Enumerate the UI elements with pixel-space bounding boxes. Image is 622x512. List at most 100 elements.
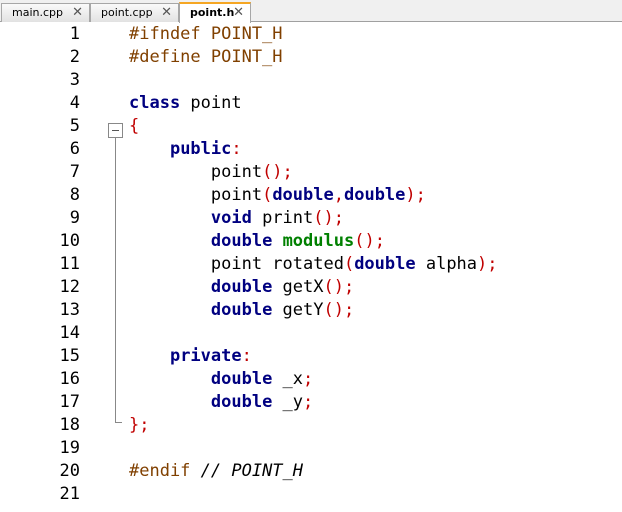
line-number: 19 — [59, 438, 80, 458]
code-line[interactable]: 4 class point — [0, 92, 622, 115]
close-icon[interactable]: ✕ — [72, 5, 83, 20]
code-token: void — [210, 208, 252, 228]
code-token: #define POINT_H — [129, 47, 283, 67]
code-text: }; — [129, 414, 149, 437]
line-number: 3 — [69, 70, 80, 90]
line-number: 8 — [69, 185, 80, 205]
close-icon[interactable]: ✕ — [233, 5, 244, 20]
code-token: ); — [477, 254, 498, 274]
code-editor[interactable]: 1 #ifndef POINT_H 2 #define POINT_H 3 4 class … — [0, 23, 622, 512]
code-token: _x — [272, 369, 304, 389]
code-line[interactable]: 11 point rotated(double alpha); — [0, 253, 622, 276]
code-line[interactable]: 5{ — [0, 115, 622, 138]
code-text: { — [129, 115, 139, 138]
tab-label: point.cpp — [101, 6, 153, 19]
code-token: public — [169, 139, 232, 159]
code-token: getX — [272, 277, 324, 297]
line-number: 16 — [59, 369, 80, 389]
line-number: 17 — [59, 392, 80, 412]
code-area[interactable]: 1 #ifndef POINT_H 2 #define POINT_H 3 4 class … — [0, 23, 622, 506]
line-number: 11 — [59, 254, 80, 274]
code-token: point — [129, 162, 263, 182]
code-token: ( — [262, 185, 273, 205]
code-token: getY — [272, 300, 324, 320]
code-line[interactable]: 16 double _x; — [0, 368, 622, 391]
code-token: double — [354, 254, 416, 274]
code-token: double — [272, 185, 334, 205]
code-token: (); — [323, 300, 355, 320]
code-text: #define POINT_H — [129, 46, 283, 69]
tab-point-cpp[interactable]: point.cpp ✕ — [90, 3, 179, 22]
code-line[interactable]: 17 double _y; — [0, 391, 622, 414]
code-line[interactable]: 12 double getX(); — [0, 276, 622, 299]
line-number: 4 — [69, 93, 80, 113]
code-line[interactable]: 2 #define POINT_H — [0, 46, 622, 69]
code-token: #endif — [129, 461, 201, 481]
code-token: (); — [323, 277, 355, 297]
code-text: #ifndef POINT_H — [129, 23, 283, 46]
code-text: point(double,double); — [129, 184, 426, 207]
code-line[interactable]: 18}; — [0, 414, 622, 437]
code-line[interactable]: 21 — [0, 483, 622, 506]
code-line[interactable]: 3 — [0, 69, 622, 92]
code-text: point(); — [129, 161, 293, 184]
code-line[interactable]: 8 point(double,double); — [0, 184, 622, 207]
code-line[interactable]: 1 #ifndef POINT_H — [0, 23, 622, 46]
code-token: double — [210, 392, 273, 412]
code-token: : — [231, 139, 242, 159]
code-token: double — [343, 185, 406, 205]
fold-guide-line — [115, 138, 116, 423]
code-token: }; — [129, 415, 150, 435]
code-token: double — [210, 231, 273, 251]
fold-end-marker — [115, 422, 122, 423]
code-token: point — [129, 185, 263, 205]
code-token: double — [210, 369, 273, 389]
code-token: (); — [313, 208, 344, 228]
code-token: modulus — [282, 231, 355, 251]
line-number: 21 — [59, 484, 80, 504]
code-text: double modulus(); — [129, 230, 385, 253]
code-line[interactable]: 10 double modulus(); — [0, 230, 622, 253]
code-token: double — [210, 277, 273, 297]
code-token: ( — [343, 254, 355, 274]
line-number: 12 — [59, 277, 80, 297]
code-token: _y — [272, 392, 304, 412]
code-line[interactable]: 13 double getY(); — [0, 299, 622, 322]
code-text: double getX(); — [129, 276, 354, 299]
code-token: class — [129, 93, 181, 113]
fold-collapse-icon[interactable] — [108, 123, 123, 138]
code-token: ; — [303, 369, 314, 389]
code-line[interactable]: 19 — [0, 437, 622, 460]
code-text: double _y; — [129, 391, 313, 414]
line-number: 15 — [59, 346, 80, 366]
code-line[interactable]: 20 #endif // POINT_H — [0, 460, 622, 483]
code-token: ; — [303, 392, 314, 412]
tab-point-h[interactable]: point.h ✕ — [179, 2, 251, 23]
code-text: point rotated(double alpha); — [129, 253, 498, 276]
code-line[interactable]: 15 private: — [0, 345, 622, 368]
line-number: 18 — [59, 415, 80, 435]
tab-label: main.cpp — [12, 6, 63, 19]
code-line[interactable]: 7 point(); — [0, 161, 622, 184]
line-number: 13 — [59, 300, 80, 320]
line-number: 1 — [69, 24, 80, 44]
code-token: point — [180, 93, 242, 113]
code-token: ); — [405, 185, 426, 205]
tab-label: point.h — [190, 6, 235, 19]
tab-main-cpp[interactable]: main.cpp ✕ — [1, 3, 90, 22]
code-line[interactable]: 9 void print(); — [0, 207, 622, 230]
code-line[interactable]: 14 — [0, 322, 622, 345]
close-icon[interactable]: ✕ — [161, 5, 172, 20]
line-number: 2 — [69, 47, 80, 67]
code-text: double getY(); — [129, 299, 354, 322]
code-text: #endif // POINT_H — [129, 460, 303, 483]
code-line[interactable]: 6 public: — [0, 138, 622, 161]
